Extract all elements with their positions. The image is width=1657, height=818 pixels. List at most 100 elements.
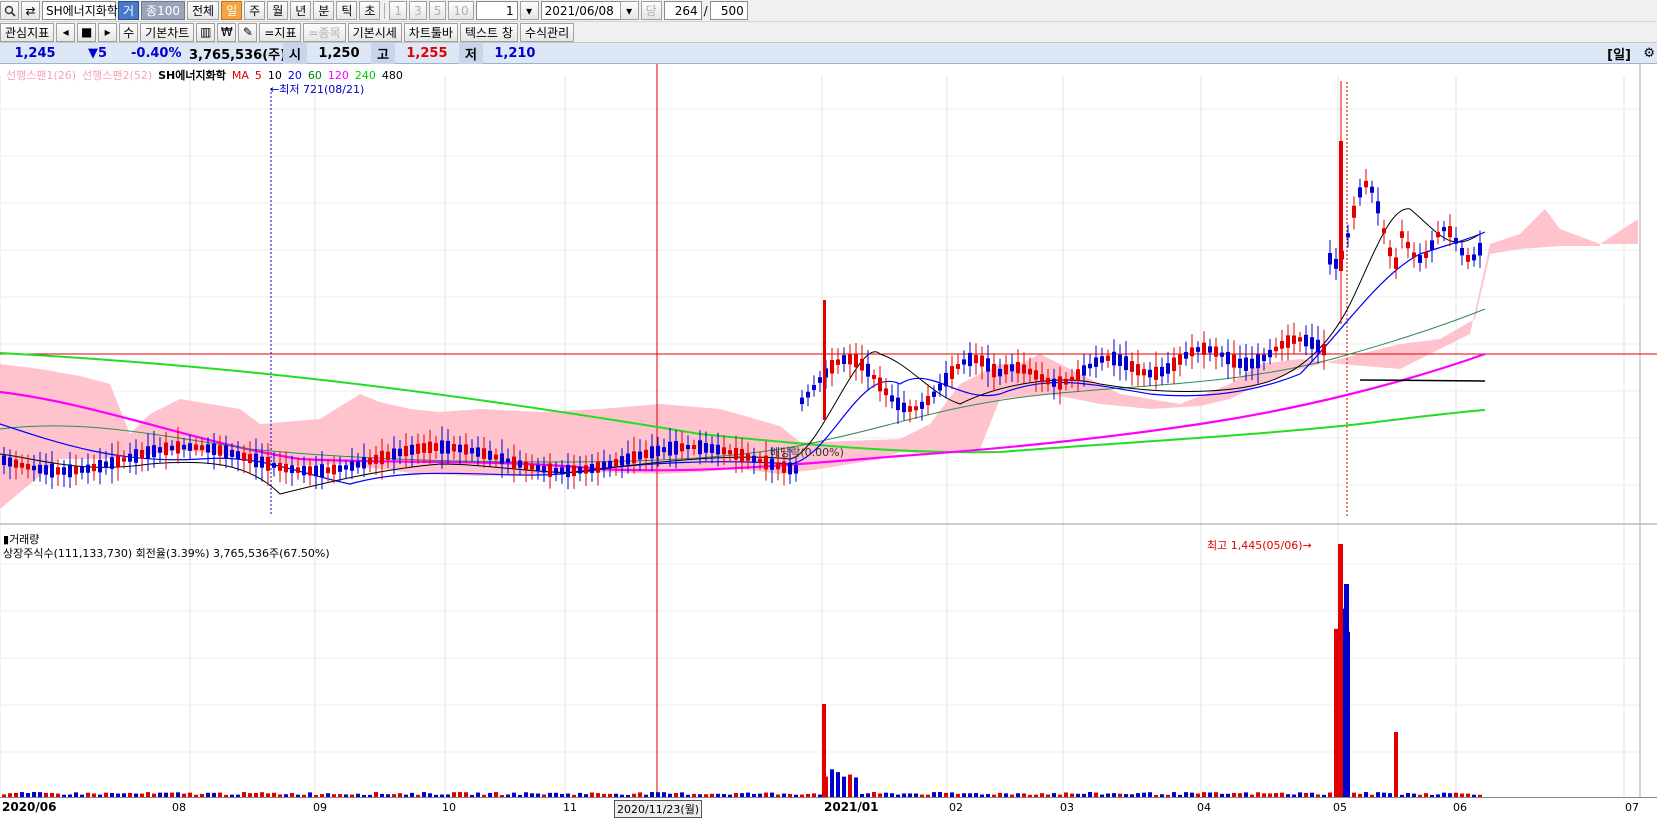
- candle-body: [788, 462, 792, 475]
- candle-body: [320, 464, 324, 478]
- text-window-button[interactable]: 텍스트 창: [459, 22, 518, 42]
- candle-body: [26, 463, 30, 470]
- chevron-down-icon[interactable]: ▾: [519, 1, 539, 20]
- candle-body: [176, 441, 180, 454]
- date-field[interactable]: 2021/06/08: [540, 1, 621, 20]
- candle-body: [1094, 357, 1098, 367]
- su-button[interactable]: 수: [119, 22, 139, 42]
- candle-body: [1076, 369, 1080, 381]
- candle-body: [80, 466, 84, 473]
- candle-body: [1334, 258, 1338, 269]
- period-day-button[interactable]: 일: [221, 1, 243, 20]
- candle-body: [494, 454, 498, 460]
- trade-volume: 3,765,536(주): [189, 47, 287, 63]
- candle-body: [458, 444, 462, 453]
- wrench-icon[interactable]: ✎: [238, 22, 258, 42]
- candle-body: [74, 466, 78, 475]
- candle-body: [632, 451, 636, 464]
- volume-bar: [842, 776, 846, 797]
- stock-name-field[interactable]: SH에너지화학: [42, 1, 118, 20]
- current-price: 1,245: [14, 45, 56, 61]
- candle-body: [1082, 365, 1086, 376]
- chart-toolbar-button[interactable]: 차트툴바: [403, 22, 458, 42]
- candle-body: [950, 366, 954, 379]
- period-minute-button[interactable]: 분: [313, 1, 335, 20]
- candle-body: [1418, 255, 1422, 263]
- minute-5-button[interactable]: 5: [428, 1, 447, 20]
- volume-bar: [1394, 732, 1398, 797]
- count-button[interactable]: 종100: [141, 1, 185, 20]
- period-year-button[interactable]: 년: [290, 1, 312, 20]
- stop-icon[interactable]: ■: [77, 22, 97, 42]
- trade-button[interactable]: 거: [118, 1, 140, 20]
- candle-body: [326, 467, 330, 474]
- candle-body: [962, 359, 966, 365]
- count-total-input[interactable]: 500: [709, 1, 748, 20]
- candle-body: [806, 391, 810, 398]
- interest-indicator-button[interactable]: 관심지표: [0, 22, 55, 42]
- minute-10-button[interactable]: 10: [448, 1, 474, 20]
- minute-1-button[interactable]: 1: [389, 1, 408, 20]
- candle-body: [1064, 378, 1068, 385]
- candle-body: [1034, 370, 1038, 380]
- chart-type-icon[interactable]: ▥: [196, 22, 216, 42]
- candle-body: [686, 444, 690, 450]
- candle-body: [32, 465, 36, 471]
- candle-body: [242, 452, 246, 461]
- candle-body: [134, 449, 138, 463]
- candle-body: [776, 462, 780, 470]
- item-button[interactable]: =종목: [303, 22, 346, 42]
- candle-body: [716, 444, 720, 455]
- chart-canvas[interactable]: [0, 64, 1657, 817]
- candle-body: [902, 402, 906, 413]
- candle-body: [140, 450, 144, 459]
- legend-ma480: 480: [381, 68, 403, 82]
- candle-body: [422, 443, 426, 453]
- basic-chart-button[interactable]: 기본차트: [140, 22, 195, 42]
- low-annotation-text: 최저 721(08/21): [279, 83, 365, 96]
- candle-body: [1304, 334, 1308, 347]
- candle-body: [1178, 354, 1182, 365]
- x-label-09: 09: [313, 801, 327, 814]
- search-icon[interactable]: [0, 1, 19, 20]
- candle-body: [524, 461, 528, 470]
- candle-body: [1202, 342, 1206, 355]
- period-week-button[interactable]: 주: [244, 1, 266, 20]
- refresh-icon[interactable]: ⇄: [21, 1, 40, 20]
- candle-body: [596, 461, 600, 473]
- scroll-right-icon[interactable]: ▸: [98, 22, 118, 42]
- indicator-button[interactable]: =지표: [259, 22, 302, 42]
- formula-button[interactable]: 수식관리: [519, 22, 575, 42]
- calendar-dropdown-icon[interactable]: ▾: [619, 1, 639, 20]
- unit-input[interactable]: 1: [475, 1, 518, 20]
- won-icon[interactable]: ₩: [217, 22, 237, 42]
- period-month-button[interactable]: 월: [267, 1, 289, 20]
- period-tick-button[interactable]: 틱: [336, 1, 358, 20]
- candle-body: [296, 467, 300, 473]
- candle-body: [1010, 364, 1014, 372]
- candle-body: [260, 456, 264, 468]
- candle-body: [830, 360, 834, 374]
- candle-body: [1124, 356, 1128, 371]
- candle-body: [1208, 346, 1212, 353]
- candle-body: [380, 450, 384, 465]
- chart-area[interactable]: 선행스팬1(26) 선행스팬2(52) SH에너지화학 MA 5 10 20 6…: [0, 64, 1657, 817]
- count-input[interactable]: 264: [663, 1, 702, 20]
- all-button[interactable]: 전체: [187, 1, 220, 20]
- minute-3-button[interactable]: 3: [409, 1, 427, 20]
- candle-body: [1016, 362, 1020, 374]
- basic-price-button[interactable]: 기본시세: [347, 22, 402, 42]
- volume-bar: [830, 769, 834, 797]
- candle-body: [914, 406, 918, 411]
- candle-body: [1478, 242, 1482, 256]
- candle-body: [566, 464, 570, 478]
- low-price: 1,210: [494, 45, 536, 61]
- candle-body: [350, 461, 354, 471]
- period-second-button[interactable]: 초: [359, 1, 381, 20]
- scroll-left-icon[interactable]: ◂: [56, 22, 76, 42]
- volume-bar: [848, 774, 852, 797]
- volume-bar: [1344, 584, 1349, 797]
- settings-gear-icon[interactable]: ⚙: [1643, 46, 1655, 61]
- count-slash: /: [703, 3, 708, 18]
- legend-stock: SH에너지화학: [158, 69, 226, 82]
